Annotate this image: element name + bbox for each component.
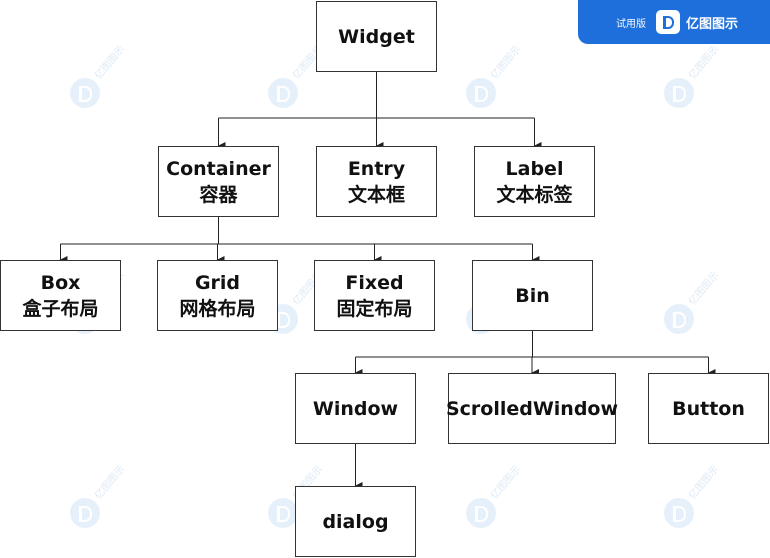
- node-entry-sublabel: 文本框: [347, 183, 405, 206]
- node-box-label: Box: [40, 271, 81, 294]
- class-hierarchy-diagram: 亿图图示 亿图图示 亿图图示 亿图图示 亿图图示 亿图图示 亿图图示 亿图图示 亿图图示 亿图图示…: [0, 0, 770, 558]
- node-scrolledwindow-label: ScrolledWindow: [445, 397, 619, 420]
- node-button[interactable]: Button: [648, 373, 769, 444]
- node-grid-sublabel: 网格布局: [179, 297, 256, 320]
- node-widget-label: Widget: [338, 25, 415, 48]
- node-widget[interactable]: Widget: [316, 1, 437, 72]
- brand-name: 亿图图示: [686, 16, 739, 32]
- node-container[interactable]: Container 容器: [158, 146, 279, 217]
- node-dialog-label: dialog: [322, 510, 389, 533]
- node-label-label: Label: [505, 157, 564, 180]
- node-button-label: Button: [672, 397, 745, 420]
- node-bin[interactable]: Bin: [472, 260, 593, 331]
- node-window[interactable]: Window: [295, 373, 416, 444]
- trial-banner[interactable]: 试用版 亿图图示: [578, 0, 770, 44]
- node-container-label: Container: [166, 157, 271, 180]
- node-label[interactable]: Label 文本标签: [474, 146, 595, 217]
- node-fixed-label: Fixed: [345, 271, 404, 294]
- node-grid[interactable]: Grid 网格布局: [157, 260, 278, 331]
- node-scrolledwindow[interactable]: ScrolledWindow: [445, 373, 619, 444]
- node-dialog[interactable]: dialog: [295, 486, 416, 557]
- node-fixed-sublabel: 固定布局: [336, 297, 413, 320]
- node-box[interactable]: Box 盒子布局: [0, 260, 121, 331]
- node-grid-label: Grid: [194, 271, 241, 294]
- node-label-sublabel: 文本标签: [496, 183, 573, 206]
- node-entry[interactable]: Entry 文本框: [316, 146, 437, 217]
- node-container-sublabel: 容器: [199, 183, 238, 206]
- trial-label: 试用版: [616, 18, 646, 30]
- node-fixed[interactable]: Fixed 固定布局: [314, 260, 435, 331]
- edraw-logo-icon: [656, 10, 680, 34]
- node-box-sublabel: 盒子布局: [22, 297, 99, 320]
- node-bin-label: Bin: [515, 284, 550, 307]
- node-window-label: Window: [312, 397, 399, 420]
- node-entry-label: Entry: [347, 157, 406, 180]
